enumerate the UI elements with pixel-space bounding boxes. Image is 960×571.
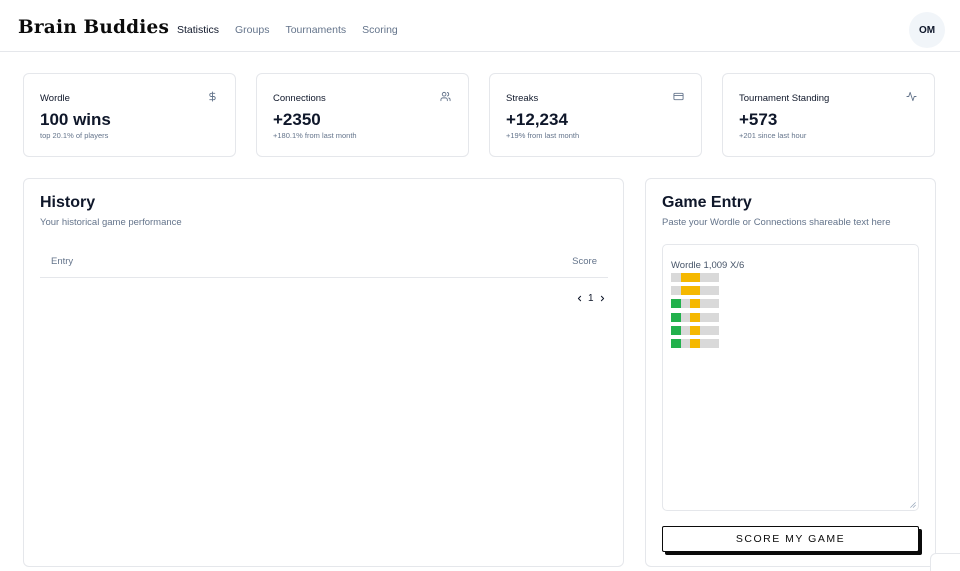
wordle-tile-gray [709,273,719,282]
nav-groups[interactable]: Groups [235,24,269,36]
stat-subtext: +201 since last hour [739,131,807,140]
stat-subtext: +180.1% from last month [273,131,357,140]
wordle-tile-gray [680,299,690,309]
chevron-left-icon[interactable] [575,294,584,303]
score-my-game-button[interactable]: SCORE MY GAME [662,526,919,552]
game-entry-title: Game Entry [662,194,752,211]
pagination: 1 [575,293,607,304]
wordle-tile-gray [699,325,709,335]
wordle-tile-green [671,312,681,322]
stat-title: Streaks [506,93,539,104]
nav-scoring[interactable]: Scoring [362,24,398,36]
wordle-tile-gray [699,273,709,282]
wordle-grid-row [671,286,719,296]
wordle-tile-yellow [680,273,690,282]
column-header-score: Score [572,256,597,267]
stat-title: Tournament Standing [739,93,830,104]
history-description: Your historical game performance [40,217,182,228]
chevron-right-icon[interactable] [598,294,607,303]
wordle-tile-yellow [680,286,690,296]
wordle-tile-gray [709,299,719,309]
top-bar: Brain Buddies Statistics Groups Tourname… [0,0,960,52]
share-text-header: Wordle 1,009 X/6 [671,260,745,271]
brand-logo[interactable]: Brain Buddies [18,17,169,38]
wordle-tile-gray [680,312,690,322]
wordle-tile-gray [709,312,719,322]
wordle-tile-gray [671,273,681,282]
floating-widget-tab[interactable] [930,553,960,571]
stat-card-tournament-standing: Tournament Standing +573 +201 since last… [722,73,935,157]
resize-handle-icon[interactable] [910,502,916,508]
table-header-divider [40,277,608,278]
nav-statistics[interactable]: Statistics [177,24,219,36]
wordle-tile-gray [709,286,719,296]
game-entry-panel: Game Entry Paste your Wordle or Connecti… [645,178,936,567]
wordle-tile-green [671,339,681,348]
wordle-tile-gray [709,325,719,335]
wordle-tile-green [671,325,681,335]
stat-value: +573 [739,110,778,129]
user-avatar[interactable]: OM [909,12,945,48]
share-text-input[interactable]: Wordle 1,009 X/6 [662,244,919,511]
nav-tournaments[interactable]: Tournaments [285,24,346,36]
users-icon [440,91,451,102]
wordle-tile-yellow [690,339,700,348]
stat-subtext: +19% from last month [506,131,580,140]
wordle-tile-gray [709,339,719,348]
wordle-grid-row [671,299,719,309]
wordle-grid-row [671,273,719,282]
wordle-tile-gray [699,299,709,309]
credit-card-icon [673,92,684,101]
history-panel: History Your historical game performance… [23,178,624,567]
wordle-tile-yellow [690,273,700,282]
stat-title: Wordle [40,93,70,104]
wordle-tile-gray [699,312,709,322]
game-entry-description: Paste your Wordle or Connections shareab… [662,217,891,228]
wordle-tile-yellow [690,325,700,335]
stat-subtext: top 20.1% of players [40,131,109,140]
stat-card-wordle: Wordle 100 wins top 20.1% of players [23,73,236,157]
dollar-icon [209,91,216,102]
stat-card-streaks: Streaks +12,234 +19% from last month [489,73,702,157]
current-page[interactable]: 1 [588,293,594,304]
stat-title: Connections [273,93,326,104]
stat-card-connections: Connections +2350 +180.1% from last mont… [256,73,469,157]
main-nav: Statistics Groups Tournaments Scoring [177,24,398,36]
wordle-tile-green [671,299,681,309]
wordle-tile-gray [671,286,681,296]
wordle-tile-gray [680,325,690,335]
wordle-tile-gray [699,286,709,296]
wordle-tile-yellow [690,299,700,309]
column-header-entry: Entry [51,256,74,267]
wordle-grid-row [671,312,719,322]
wordle-tile-gray [699,339,709,348]
wordle-grid-row [671,325,719,335]
wordle-grid-row [671,339,719,348]
history-title: History [40,194,96,211]
wordle-tile-gray [680,339,690,348]
activity-icon [906,91,917,102]
stat-value: +12,234 [506,110,568,129]
stat-value: +2350 [273,110,321,129]
wordle-tile-yellow [690,286,700,296]
stat-value: 100 wins [40,110,111,129]
wordle-tile-yellow [690,312,700,322]
